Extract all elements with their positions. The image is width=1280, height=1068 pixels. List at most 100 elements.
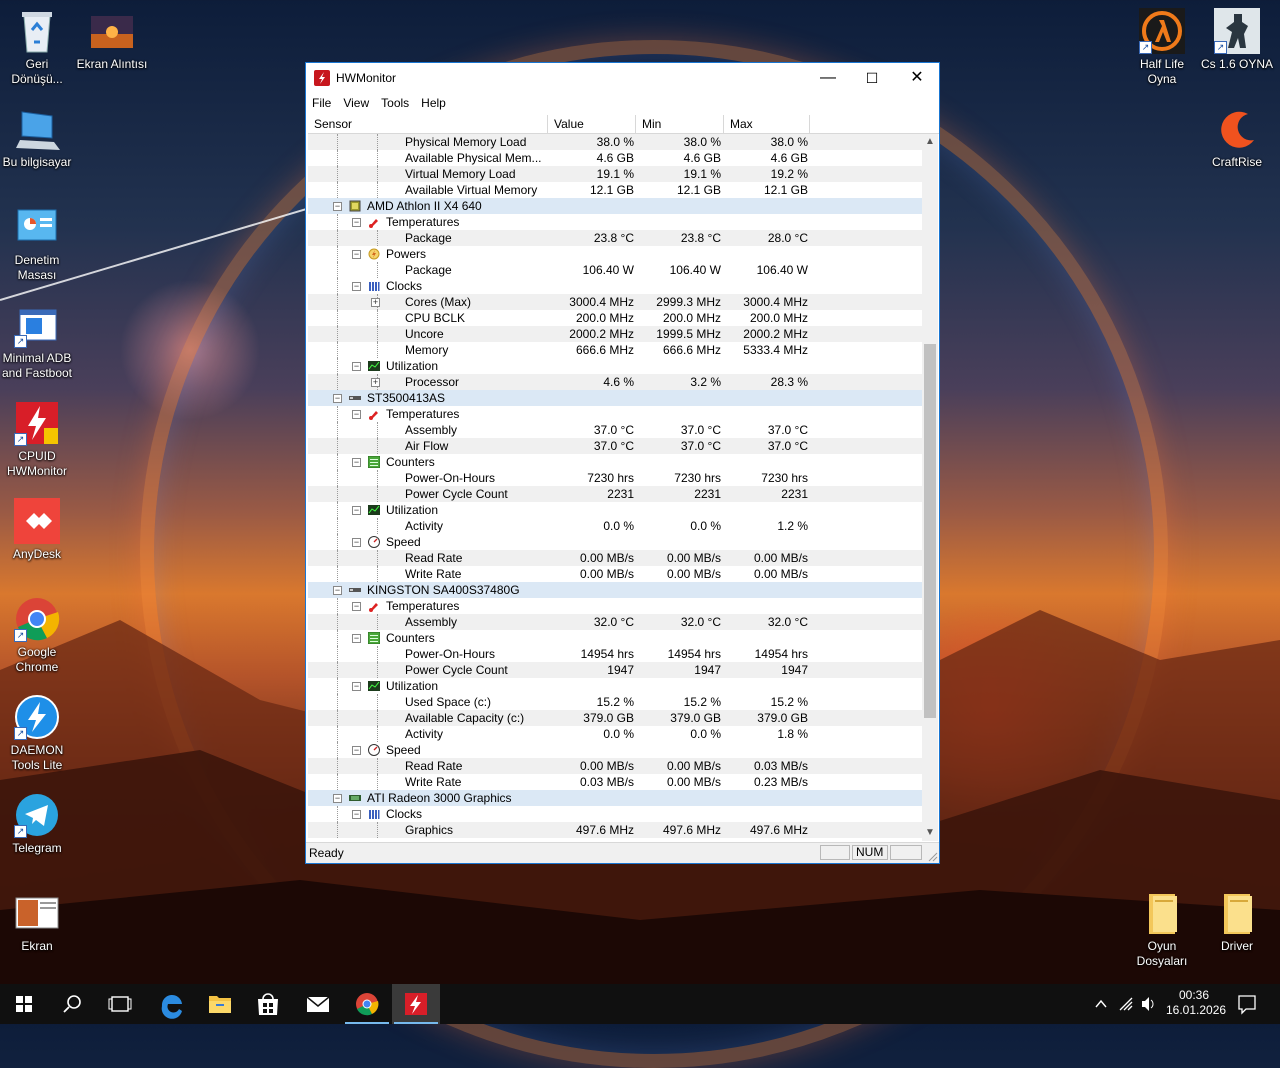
minimize-button[interactable]: — xyxy=(805,63,851,93)
scroll-up-icon[interactable]: ▲ xyxy=(922,134,938,150)
sensor-row[interactable]: Write Rate 0.00 MB/s 0.00 MB/s 0.00 MB/s xyxy=(308,566,923,582)
sensor-row[interactable]: Package 23.8 °C 23.8 °C 28.0 °C xyxy=(308,230,923,246)
sensor-row[interactable]: Power-On-Hours 7230 hrs 7230 hrs 7230 hrs xyxy=(308,470,923,486)
sensor-group-row[interactable]: − Utilization xyxy=(308,678,923,694)
sensor-row[interactable]: Available Virtual Memory 12.1 GB 12.1 GB 12… xyxy=(308,182,923,198)
sensor-group-row[interactable]: − Powers xyxy=(308,246,923,262)
collapse-icon[interactable]: − xyxy=(352,250,361,259)
sensor-row[interactable]: Uncore 2000.2 MHz 1999.5 MHz 2000.2 MHz xyxy=(308,326,923,342)
show-hidden-icons-icon[interactable] xyxy=(1093,984,1109,1024)
sensor-row[interactable]: CPU BCLK 200.0 MHz 200.0 MHz 200.0 MHz xyxy=(308,310,923,326)
sensor-row[interactable]: Package 106.40 W 106.40 W 106.40 W xyxy=(308,262,923,278)
collapse-icon[interactable]: − xyxy=(352,410,361,419)
close-button[interactable]: ✕ xyxy=(894,63,940,93)
expand-icon[interactable]: + xyxy=(371,378,380,387)
sensor-row[interactable]: Read Rate 0.00 MB/s 0.00 MB/s 0.00 MB/s xyxy=(308,550,923,566)
sensor-row[interactable]: Available Capacity (c:) 379.0 GB 379.0 GB 3… xyxy=(308,710,923,726)
sensor-group-row[interactable]: − Temperatures xyxy=(308,214,923,230)
device-row[interactable]: − AMD Athlon II X4 640 xyxy=(308,198,923,214)
desktop-icon-ekran-alintisi[interactable]: Ekran Alıntısı xyxy=(75,8,149,72)
desktop-icon-oyun-dosyalari[interactable]: Oyun Dosyaları xyxy=(1125,890,1199,969)
sensor-row[interactable]: Virtual Memory Load 19.1 % 19.1 % 19.2 % xyxy=(308,166,923,182)
collapse-icon[interactable]: − xyxy=(352,218,361,227)
sensor-row[interactable]: Activity 0.0 % 0.0 % 1.8 % xyxy=(308,726,923,742)
collapse-icon[interactable]: − xyxy=(352,538,361,547)
column-header-min[interactable]: Min xyxy=(636,115,724,133)
sensor-row[interactable]: Available Physical Mem... 4.6 GB 4.6 GB 4.6… xyxy=(308,150,923,166)
sensor-row[interactable]: Assembly 32.0 °C 32.0 °C 32.0 °C xyxy=(308,614,923,630)
volume-icon[interactable] xyxy=(1139,984,1157,1024)
desktop-icon-half-life[interactable]: ↗ Half Life Oyna xyxy=(1125,8,1199,87)
taskbar-store[interactable] xyxy=(244,984,292,1024)
desktop-icon-minimal-adb[interactable]: ↗ Minimal ADB and Fastboot xyxy=(0,302,74,381)
notifications-icon[interactable] xyxy=(1237,984,1257,1024)
desktop-icon-craftrise[interactable]: CraftRise xyxy=(1200,106,1274,170)
collapse-icon[interactable]: − xyxy=(352,602,361,611)
network-icon[interactable] xyxy=(1117,984,1135,1024)
device-row[interactable]: − KINGSTON SA400S37480G xyxy=(308,582,923,598)
start-button[interactable] xyxy=(0,984,48,1024)
desktop-icon-hwmonitor[interactable]: ↗ CPUID HWMonitor xyxy=(0,400,74,479)
sensor-group-row[interactable]: − Clocks xyxy=(308,278,923,294)
sensor-row[interactable]: Graphics 497.6 MHz 497.6 MHz 497.6 MHz xyxy=(308,822,923,838)
sensor-row[interactable]: Memory 666.6 MHz 666.6 MHz 5333.4 MHz xyxy=(308,342,923,358)
collapse-icon[interactable]: − xyxy=(352,506,361,515)
column-header-max[interactable]: Max xyxy=(724,115,810,133)
device-row[interactable]: − ATI Radeon 3000 Graphics xyxy=(308,790,923,806)
desktop-icon-daemon-tools[interactable]: ↗ DAEMON Tools Lite xyxy=(0,694,74,773)
sensor-group-row[interactable]: − Speed xyxy=(308,742,923,758)
collapse-icon[interactable]: − xyxy=(352,634,361,643)
sensor-group-row[interactable]: − Temperatures xyxy=(308,598,923,614)
sensor-group-row[interactable]: − Utilization xyxy=(308,502,923,518)
collapse-icon[interactable]: − xyxy=(352,362,361,371)
scroll-down-icon[interactable]: ▼ xyxy=(922,825,938,841)
menu-file[interactable]: File xyxy=(306,93,337,110)
sensor-row[interactable]: Power-On-Hours 14954 hrs 14954 hrs 14954 hr… xyxy=(308,646,923,662)
sensor-group-row[interactable]: − Counters xyxy=(308,630,923,646)
collapse-icon[interactable]: − xyxy=(333,202,342,211)
taskbar-edge[interactable] xyxy=(148,984,196,1024)
sensor-group-row[interactable]: − Utilization xyxy=(308,358,923,374)
taskbar-hwmonitor[interactable] xyxy=(392,984,440,1024)
scrollbar-thumb[interactable] xyxy=(924,344,936,718)
collapse-icon[interactable]: − xyxy=(352,682,361,691)
desktop-icon-google-chrome[interactable]: ↗ Google Chrome xyxy=(0,596,74,675)
sensor-row[interactable]: Read Rate 0.00 MB/s 0.00 MB/s 0.03 MB/s xyxy=(308,758,923,774)
taskbar-file-explorer[interactable] xyxy=(196,984,244,1024)
collapse-icon[interactable]: − xyxy=(333,394,342,403)
sensor-row[interactable]: Used Space (c:) 15.2 % 15.2 % 15.2 % xyxy=(308,694,923,710)
title-bar[interactable]: HWMonitor — ☐ ✕ xyxy=(306,63,939,93)
clock[interactable]: 00:36 16.01.2026 xyxy=(1166,988,1226,1018)
desktop-icon-cs16[interactable]: ↗ Cs 1.6 OYNA xyxy=(1200,8,1274,72)
taskbar-mail[interactable] xyxy=(294,984,342,1024)
sensor-row[interactable]: + Processor 4.6 % 3.2 % 28.3 % xyxy=(308,374,923,390)
sensor-group-row[interactable]: − Counters xyxy=(308,454,923,470)
sensor-group-row[interactable]: − Speed xyxy=(308,534,923,550)
desktop-icon-recycle-bin[interactable]: Geri Dönüşü... xyxy=(0,8,74,87)
menu-view[interactable]: View xyxy=(337,93,375,110)
search-button[interactable] xyxy=(48,984,96,1024)
menu-tools[interactable]: Tools xyxy=(375,93,415,110)
column-header-value[interactable]: Value xyxy=(548,115,636,133)
sensor-row[interactable]: Power Cycle Count 2231 2231 2231 xyxy=(308,486,923,502)
sensor-group-row[interactable]: − Clocks xyxy=(308,806,923,822)
desktop-icon-driver[interactable]: Driver xyxy=(1200,890,1274,954)
device-row[interactable]: − ST3500413AS xyxy=(308,390,923,406)
task-view-button[interactable] xyxy=(96,984,144,1024)
vertical-scrollbar[interactable]: ▲ ▼ xyxy=(922,134,938,841)
sensor-row[interactable]: Write Rate 0.03 MB/s 0.00 MB/s 0.23 MB/s xyxy=(308,774,923,790)
collapse-icon[interactable]: − xyxy=(352,458,361,467)
collapse-icon[interactable]: − xyxy=(352,746,361,755)
sensor-row[interactable]: Activity 0.0 % 0.0 % 1.2 % xyxy=(308,518,923,534)
collapse-icon[interactable]: − xyxy=(333,586,342,595)
sensor-row[interactable]: + Cores (Max) 3000.4 MHz 2999.3 MHz 3000.4 M… xyxy=(308,294,923,310)
sensor-row[interactable]: Assembly 37.0 °C 37.0 °C 37.0 °C xyxy=(308,422,923,438)
sensor-tree[interactable]: Physical Memory Load 38.0 % 38.0 % 38.0 % Av… xyxy=(308,134,923,840)
collapse-icon[interactable]: − xyxy=(333,794,342,803)
maximize-button[interactable]: ☐ xyxy=(849,63,895,93)
desktop-icon-this-pc[interactable]: Bu bilgisayar xyxy=(0,106,74,170)
collapse-icon[interactable]: − xyxy=(352,282,361,291)
sensor-row[interactable]: Power Cycle Count 1947 1947 1947 xyxy=(308,662,923,678)
expand-icon[interactable]: + xyxy=(371,298,380,307)
collapse-icon[interactable]: − xyxy=(352,810,361,819)
